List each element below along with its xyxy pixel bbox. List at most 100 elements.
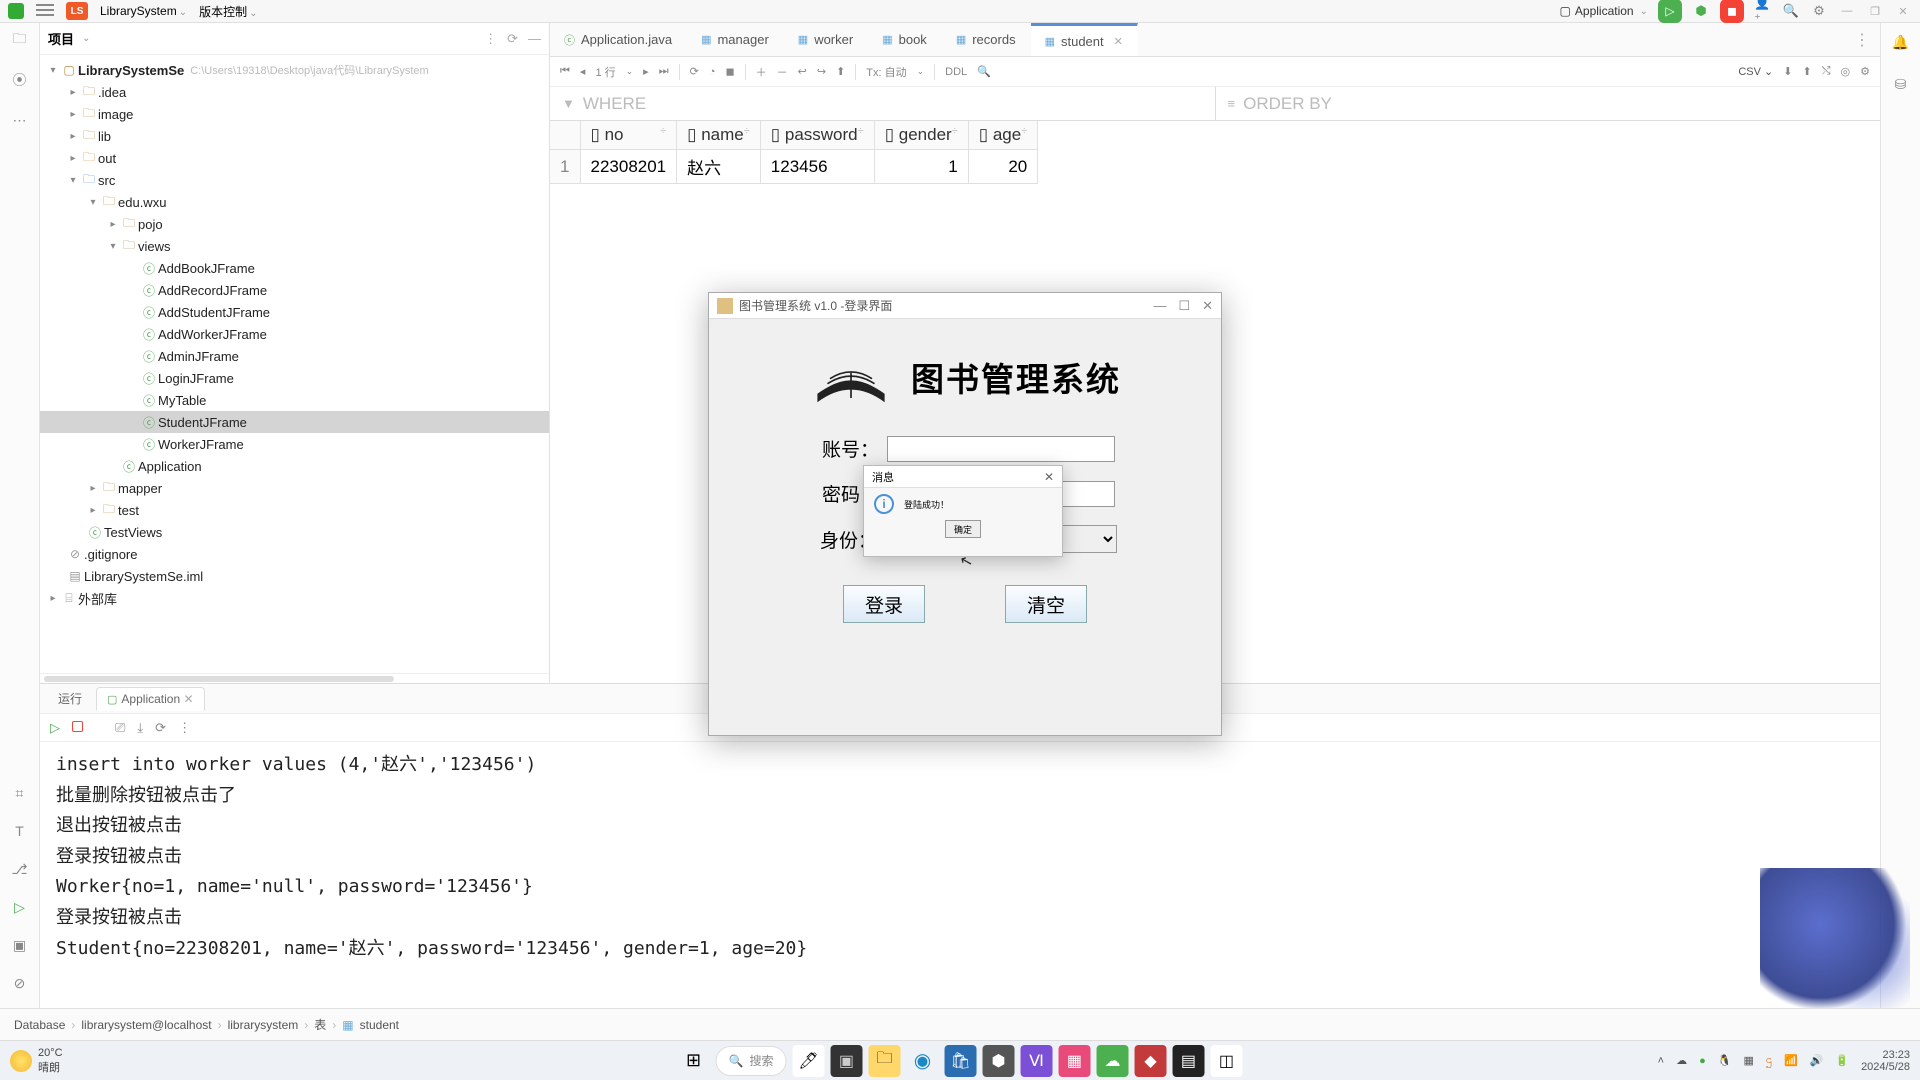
taskbar-search[interactable]: 🔍 搜索 (716, 1046, 787, 1076)
window-minimize[interactable]: — (1838, 2, 1856, 20)
taskbar-app[interactable]: ◆ (1134, 1045, 1166, 1077)
more-actions-icon[interactable]: ⋮ (178, 720, 191, 736)
tab-student[interactable]: ▦student✕ (1031, 23, 1138, 56)
stop-icon[interactable] (72, 720, 83, 735)
tree-file[interactable]: LoginJFrame (158, 371, 234, 386)
database-icon[interactable]: ⛁ (1890, 73, 1912, 95)
weather-widget[interactable]: 20°C晴朗 (10, 1047, 63, 1075)
run-button[interactable]: ▷ (1658, 0, 1682, 23)
services-icon[interactable]: ⌗ (9, 782, 31, 804)
view-mode-icon[interactable]: ◎ (1841, 65, 1851, 78)
tree-testviews[interactable]: TestViews (104, 525, 162, 540)
tree-external[interactable]: 外部库 (78, 589, 117, 608)
tree-file-selected[interactable]: StudentJFrame (158, 415, 247, 430)
run-tool-icon[interactable]: ▷ (9, 896, 31, 918)
vcs-menu[interactable]: 版本控制⌄ (199, 3, 257, 20)
volume-icon[interactable]: 🔊 (1810, 1054, 1824, 1067)
window-restore[interactable]: ❐ (1866, 2, 1884, 20)
order-by-field[interactable]: ORDER BY (1243, 94, 1332, 114)
rollback-icon[interactable]: ◼ (725, 65, 734, 78)
tree-root[interactable]: LibrarySystemSe (78, 63, 184, 78)
tree-file[interactable]: AddWorkerJFrame (158, 327, 267, 342)
debug-icon[interactable]: ⬢ (1692, 2, 1710, 20)
pending-icon[interactable]: ◔ (709, 66, 716, 78)
export-icon[interactable]: ⤓ (137, 720, 143, 736)
main-menu-icon[interactable] (36, 4, 54, 18)
tree-gitignore[interactable]: .gitignore (84, 547, 137, 562)
account-input[interactable] (887, 436, 1115, 462)
tray-chevron-icon[interactable]: ˄ (1658, 1055, 1664, 1067)
tree-test[interactable]: test (118, 503, 139, 518)
structure-icon[interactable]: ⦿ (9, 69, 31, 91)
taskbar-app[interactable]: 🖊 (792, 1045, 824, 1077)
dialog-close[interactable]: ✕ (1202, 298, 1213, 314)
breadcrumb-item[interactable]: Database (14, 1018, 65, 1032)
tree-src[interactable]: src (98, 173, 115, 188)
ddl-button[interactable]: DDL (945, 66, 967, 78)
revert-icon[interactable]: ↩ (798, 65, 807, 78)
problems-icon[interactable]: ⊘ (9, 972, 31, 994)
prev-page-icon[interactable]: ◂ (580, 65, 586, 78)
dialog-maximize[interactable]: ☐ (1178, 298, 1190, 314)
last-page-icon[interactable]: ⏭ (659, 65, 669, 78)
tx-mode[interactable]: Tx: 自动 (866, 64, 906, 80)
search-icon[interactable]: 🔍 (977, 65, 991, 78)
notifications-icon[interactable]: 🔔 (1890, 31, 1912, 53)
tree-file[interactable]: MyTable (158, 393, 206, 408)
run-window-tab[interactable]: 运行 (48, 686, 92, 711)
project-badge[interactable]: LS (66, 2, 88, 20)
tree-edu[interactable]: edu.wxu (118, 195, 166, 210)
login-button[interactable]: 登录 (843, 585, 925, 623)
download-icon[interactable]: ⬇ (1783, 65, 1792, 78)
tree-pojo[interactable]: pojo (138, 217, 163, 232)
search-everywhere-icon[interactable]: 🔍 (1782, 2, 1800, 20)
clock[interactable]: 23:232024/5/28 (1861, 1049, 1910, 1073)
reload-icon[interactable]: ⟳ (690, 65, 699, 78)
remove-row-icon[interactable]: － (777, 64, 788, 80)
tab-records[interactable]: ▦records (942, 23, 1031, 56)
onedrive-icon[interactable]: ☁ (1676, 1054, 1687, 1067)
project-tree[interactable]: ▾▢LibrarySystemSeC:\Users\19318\Desktop\… (40, 55, 549, 673)
start-button[interactable]: ⊞ (678, 1045, 710, 1077)
collapse-all-icon[interactable]: ⋮ (484, 31, 497, 47)
col-password[interactable]: ▯ password÷ (760, 121, 874, 150)
edge-icon[interactable]: ◉ (906, 1045, 938, 1077)
stop-button[interactable]: ◼ (1720, 0, 1744, 23)
tray-icon[interactable]: ▦ (1743, 1054, 1753, 1067)
tree-file[interactable]: WorkerJFrame (158, 437, 244, 452)
submit-icon[interactable]: ⬆ (836, 65, 845, 78)
first-page-icon[interactable]: ⏮ (560, 65, 570, 78)
tree-file[interactable]: AddStudentJFrame (158, 305, 270, 320)
taskbar-app[interactable]: ▤ (1172, 1045, 1204, 1077)
tree-out[interactable]: out (98, 151, 116, 166)
col-age[interactable]: ▯ age÷ (968, 121, 1038, 150)
more-icon[interactable]: ⋯ (9, 109, 31, 131)
settings-icon[interactable]: ⚙ (1860, 65, 1870, 78)
run-config-tab[interactable]: ▢Application ✕ (96, 687, 205, 711)
msgbox-close[interactable]: ✕ (1044, 470, 1054, 484)
tree-file[interactable]: AdminJFrame (158, 349, 239, 364)
run-configuration[interactable]: ▢ Application ⌄ (1560, 4, 1648, 18)
battery-icon[interactable]: 🔋 (1835, 1054, 1849, 1067)
console-output[interactable]: insert into worker values (4,'赵六','12345… (40, 742, 1880, 1040)
tray-icon[interactable]: ဌ (1766, 1053, 1772, 1069)
wechat-icon[interactable]: ☁ (1096, 1045, 1128, 1077)
taskbar-app[interactable]: ▦ (1058, 1045, 1090, 1077)
panel-settings-icon[interactable]: ⟳ (507, 31, 518, 47)
dialog-minimize[interactable]: — (1153, 298, 1166, 314)
tree-iml[interactable]: LibrarySystemSe.iml (84, 569, 203, 584)
col-name[interactable]: ▯ name÷ (677, 121, 761, 150)
tree-file[interactable]: AddRecordJFrame (158, 283, 267, 298)
tray-icon[interactable]: ● (1699, 1055, 1706, 1067)
tree-views[interactable]: views (138, 239, 171, 254)
build-icon[interactable]: ▣ (9, 934, 31, 956)
tab-application-java[interactable]: ⓒApplication.java (550, 23, 687, 56)
tree-horizontal-scrollbar[interactable] (40, 673, 549, 683)
hide-icon[interactable]: — (528, 31, 541, 47)
tree-application[interactable]: Application (138, 459, 202, 474)
terminal-icon[interactable]: T (9, 820, 31, 842)
tree-image[interactable]: image (98, 107, 133, 122)
window-close[interactable]: ✕ (1894, 2, 1912, 20)
git-icon[interactable]: ⎇ (9, 858, 31, 880)
add-row-icon[interactable]: ＋ (756, 64, 767, 80)
